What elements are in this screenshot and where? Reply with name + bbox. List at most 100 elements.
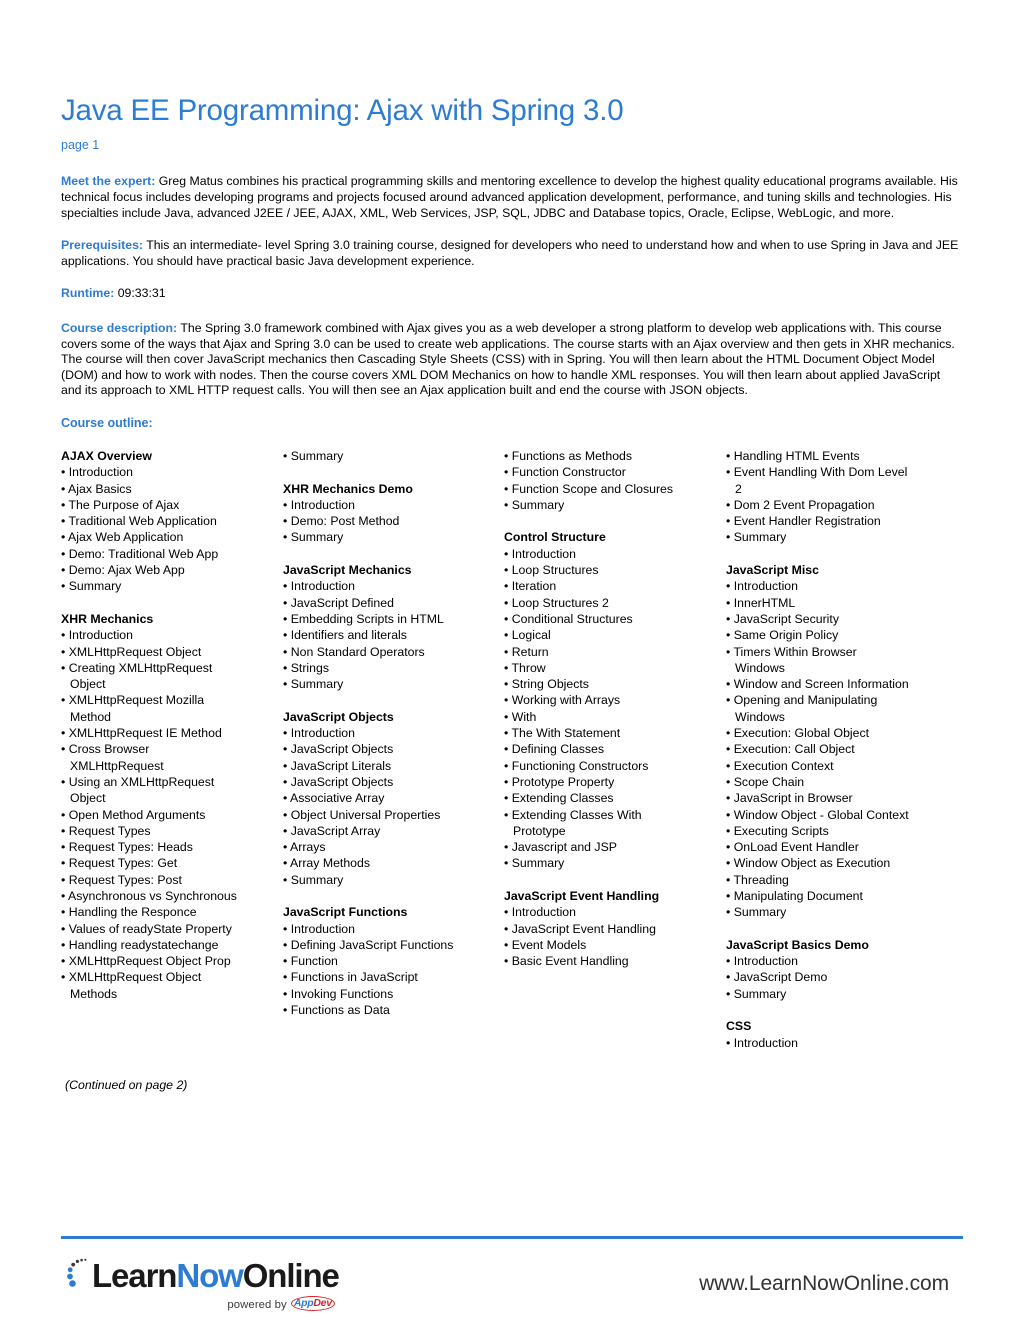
outline-item: • Event Models — [504, 937, 587, 952]
outline-item: Methods — [70, 986, 118, 1001]
outline-item: • Embedding Scripts in HTML — [283, 611, 444, 626]
meet-the-expert-label: Meet the expert: — [61, 174, 156, 189]
outline-item: Method — [70, 709, 112, 724]
outline-item: Object — [70, 791, 106, 806]
outline-item: • Window Object as Execution — [726, 856, 891, 871]
outline-spacer — [504, 872, 723, 888]
outline-item: • Handling the Responce — [61, 905, 197, 920]
outline-section-title: JavaScript Mechanics — [283, 563, 412, 578]
logo-wordmark: LearnNowOnline — [92, 1256, 340, 1294]
outline-item: • Function Scope and Closures — [504, 481, 674, 496]
outline-item: • The Purpose of Ajax — [61, 497, 180, 512]
outline-item: • Introduction — [726, 1035, 798, 1050]
outline-item: • Logical — [504, 628, 551, 643]
outline-item: • JavaScript Array — [283, 823, 381, 838]
outline-item: • Summary — [283, 677, 344, 692]
outline-item: • Iteration — [504, 579, 557, 594]
outline-item: • JavaScript Literals — [283, 758, 392, 773]
outline-item: • Request Types: Post — [61, 872, 182, 887]
logo-row: LearnNowOnline — [65, 1255, 340, 1295]
outline-item: • Summary — [61, 579, 122, 594]
outline-spacer — [726, 546, 963, 562]
outline-item: • Return — [504, 644, 549, 659]
document-page: Java EE Programming: Ajax with Spring 3.… — [0, 0, 1020, 1320]
outline-item: • Values of readyState Property — [61, 921, 232, 936]
outline-spacer — [283, 692, 501, 708]
outline-item: • Summary — [283, 872, 344, 887]
logo-now: Now — [176, 1256, 243, 1294]
outline-item: • Dom 2 Event Propagation — [726, 497, 875, 512]
outline-item: • Demo: Ajax Web App — [61, 563, 185, 578]
page-footer: LearnNowOnline powered by AppDev www.Lea… — [61, 1252, 963, 1316]
outline-item: • Basic Event Handling — [504, 954, 629, 969]
outline-item: • Demo: Post Method — [283, 514, 400, 529]
outline-item: • Summary — [726, 905, 787, 920]
outline-item: • Defining JavaScript Functions — [283, 937, 454, 952]
outline-item: • Execution: Call Object — [726, 742, 855, 757]
outline-item: • Summary — [283, 530, 344, 545]
outline-item: • Introduction — [283, 579, 355, 594]
outline-item: • OnLoad Event Handler — [726, 840, 859, 855]
outline-spacer — [283, 888, 501, 904]
runtime-value: 09:33:31 — [114, 286, 166, 301]
appdev-app: App — [293, 1297, 314, 1309]
outline-item: • String Objects — [504, 677, 589, 692]
outline-item: • Open Method Arguments — [61, 807, 206, 822]
outline-item: • Handling HTML Events — [726, 448, 860, 463]
outline-item: • Manipulating Document — [726, 888, 863, 903]
outline-section-title: XHR Mechanics — [61, 611, 154, 626]
outline-item: • Conditional Structures — [504, 611, 633, 626]
appdev-dev: Dev — [313, 1297, 332, 1309]
outline-item: • Functioning Constructors — [504, 758, 649, 773]
logo-online: Online — [242, 1256, 340, 1294]
outline-item: • Javascript and JSP — [504, 840, 617, 855]
outline-item: • Threading — [726, 872, 789, 887]
course-outline-heading: Course outline: — [61, 415, 153, 430]
outline-spacer — [61, 595, 280, 611]
outline-item: • Loop Structures — [504, 563, 599, 578]
outline-item: • Non Standard Operators — [283, 644, 425, 659]
outline-section-title: JavaScript Basics Demo — [726, 937, 869, 952]
outline-item: • Request Types — [61, 823, 151, 838]
outline-spacer — [283, 546, 501, 562]
outline-section-title: JavaScript Event Handling — [504, 888, 660, 903]
outline-column: • Summary XHR Mechanics Demo • Introductio… — [283, 448, 504, 1018]
outline-column: • Handling HTML Events • Event Handling W… — [726, 448, 963, 1051]
outline-item: • Ajax Basics — [61, 481, 132, 496]
outline-section-title: AJAX Overview — [61, 448, 152, 463]
course-description-paragraph: Course description: The Spring 3.0 frame… — [61, 321, 963, 399]
outline-item: • Event Handling With Dom Level — [726, 465, 908, 480]
outline-column: AJAX Overview • Introduction • Ajax Basics… — [61, 448, 283, 1002]
outline-item: • Using an XMLHttpRequest — [61, 774, 215, 789]
outline-item: • Window and Screen Information — [726, 677, 909, 692]
outline-item: • Array Methods — [283, 856, 371, 871]
outline-item: • JavaScript in Browser — [726, 791, 853, 806]
outline-item: • Functions as Data — [283, 1003, 390, 1018]
course-description-text: The Spring 3.0 framework combined with A… — [61, 321, 955, 398]
outline-item: • Event Handler Registration — [726, 514, 881, 529]
outline-item: • Handling readystatechange — [61, 937, 219, 952]
outline-column: • Functions as Methods • Function Constru… — [504, 448, 726, 970]
outline-item: • Execution: Global Object — [726, 726, 870, 741]
course-outline-columns: AJAX Overview • Introduction • Ajax Basics… — [61, 448, 963, 1051]
outline-item: • Same Origin Policy — [726, 628, 839, 643]
outline-item: Windows — [735, 709, 785, 724]
outline-spacer — [726, 1002, 963, 1018]
outline-item: • Summary — [726, 530, 787, 545]
outline-item: • Introduction — [61, 628, 133, 643]
outline-item: • Scope Chain — [726, 774, 805, 789]
appdev-badge-icon: AppDev — [290, 1296, 337, 1313]
outline-item: 2 — [735, 481, 742, 496]
outline-section-title: Control Structure — [504, 530, 606, 545]
outline-item: • Opening and Manipulating — [726, 693, 878, 708]
course-description-label: Course description: — [61, 321, 178, 335]
outline-item: • Extending Classes — [504, 791, 614, 806]
outline-item: • Introduction — [504, 905, 576, 920]
page-title: Java EE Programming: Ajax with Spring 3.… — [61, 94, 624, 127]
outline-item: Object — [70, 677, 106, 692]
outline-section-title: JavaScript Objects — [283, 709, 394, 724]
continued-note: (Continued on page 2) — [65, 1077, 188, 1092]
outline-item: • Function Constructor — [504, 465, 626, 480]
outline-item: • Loop Structures 2 — [504, 595, 609, 610]
outline-item: • Introduction — [726, 579, 798, 594]
